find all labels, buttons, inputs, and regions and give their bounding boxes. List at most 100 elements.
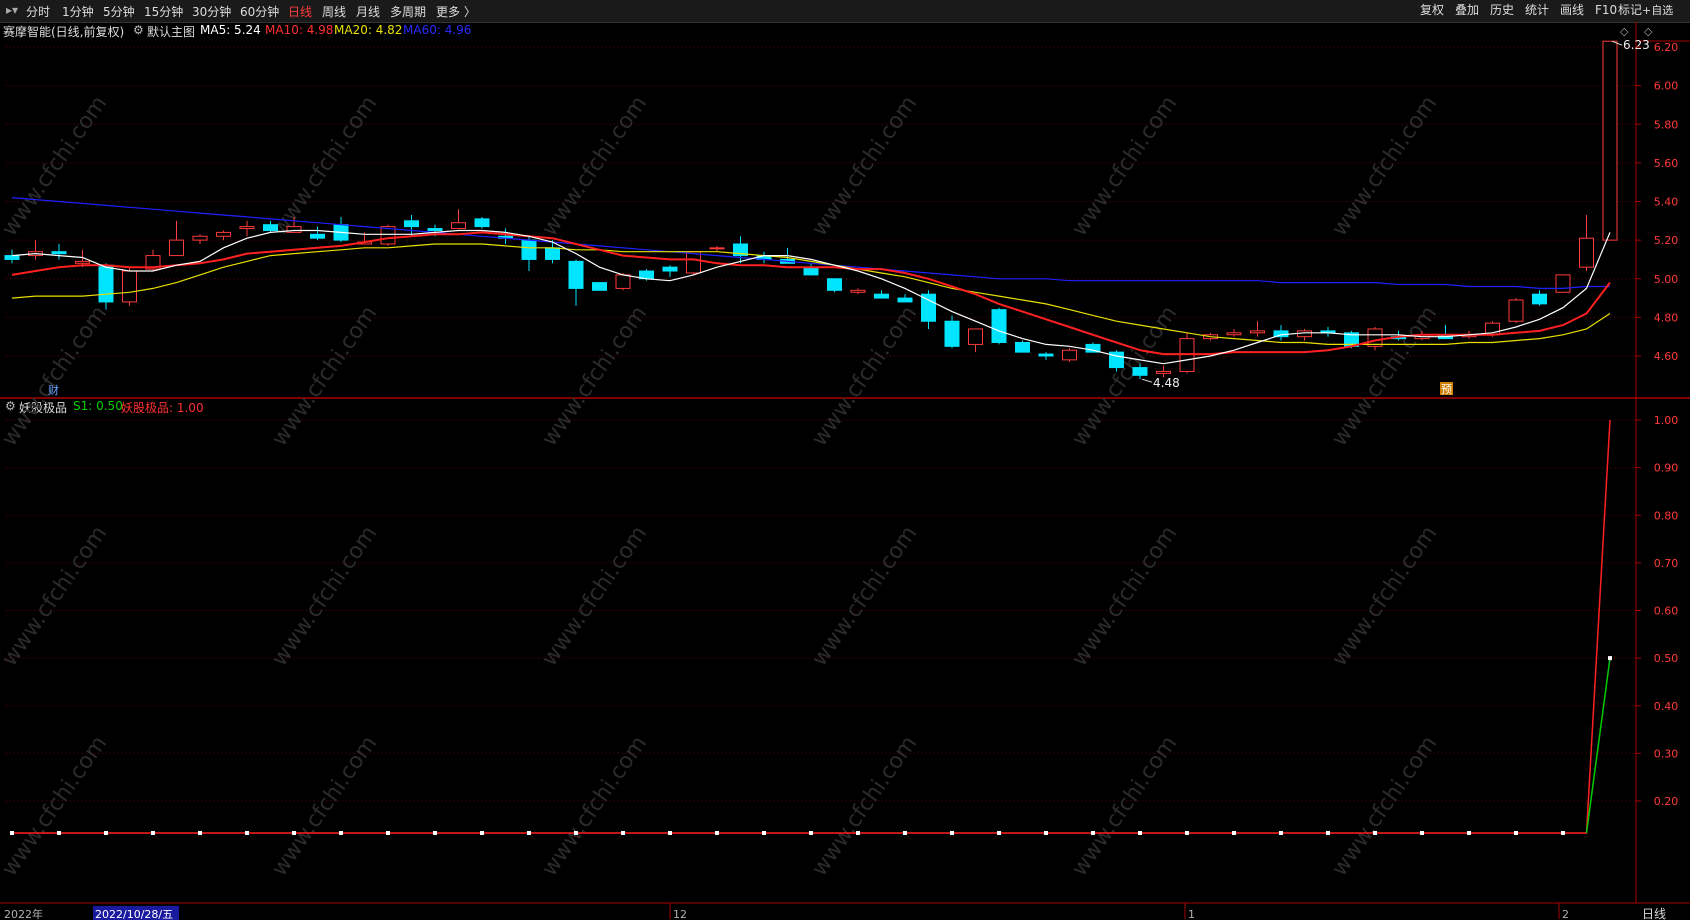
candle-body xyxy=(1179,338,1195,372)
candle xyxy=(1250,321,1265,337)
high-pointer xyxy=(1611,40,1623,46)
candle-body xyxy=(944,320,960,347)
s1-point xyxy=(198,831,202,835)
watermark-text: www.cfchi.com xyxy=(1327,302,1442,451)
watermark-text: www.cfchi.com xyxy=(0,302,112,451)
candle-body xyxy=(1508,299,1524,322)
s1-point xyxy=(668,831,672,835)
chart-canvas[interactable]: www.cfchi.com www.cfchi.com www.cfchi.com w… xyxy=(0,0,1690,920)
period-15m-tab[interactable]: 15分钟 xyxy=(144,3,183,20)
candle xyxy=(521,236,537,272)
overlay-button[interactable]: 叠加 xyxy=(1451,2,1483,19)
watermark-text: www.cfchi.com xyxy=(537,302,652,451)
candle xyxy=(991,307,1007,345)
candle xyxy=(1273,325,1289,341)
candle xyxy=(545,240,560,264)
candle-body xyxy=(1579,237,1594,268)
s1-point xyxy=(1232,831,1236,835)
s1-point xyxy=(104,831,108,835)
stats-button[interactable]: 统计 xyxy=(1521,2,1553,19)
watermark-text: www.cfchi.com xyxy=(267,92,382,241)
candle xyxy=(145,249,161,272)
candle-body xyxy=(380,226,396,245)
candle-body xyxy=(874,293,889,299)
s1-point xyxy=(1091,831,1095,835)
template-label[interactable]: 默认主图 xyxy=(147,23,195,40)
candle xyxy=(662,265,678,277)
candle-body xyxy=(615,274,631,289)
price-tick-label: 5.00 xyxy=(1654,273,1679,286)
fuquan-button[interactable]: 复权 xyxy=(1416,2,1448,19)
candle xyxy=(1085,342,1101,353)
s1-point xyxy=(997,831,1001,835)
candle xyxy=(1579,215,1594,272)
indicator-tick-label: 1.00 xyxy=(1654,414,1679,427)
candle xyxy=(1461,330,1477,339)
draw-line-button[interactable]: 画线 xyxy=(1556,2,1588,19)
s1-point xyxy=(151,831,155,835)
indicator-name-label[interactable]: 妖股极品 xyxy=(19,399,67,416)
period-5m-tab[interactable]: 5分钟 xyxy=(103,3,135,20)
candle xyxy=(874,290,889,299)
candle-body xyxy=(1320,330,1336,334)
candle-body xyxy=(1156,370,1171,374)
candle-body xyxy=(686,251,701,274)
period-1m-tab[interactable]: 1分钟 xyxy=(62,3,94,20)
candle xyxy=(1320,327,1336,337)
s1-point xyxy=(57,831,61,835)
s1-point xyxy=(1373,831,1377,835)
period-daily-tab[interactable]: 日线 xyxy=(288,3,312,20)
candle xyxy=(1132,363,1148,380)
period-monthly-tab[interactable]: 月线 xyxy=(356,3,380,20)
candle xyxy=(498,228,513,244)
multi-period-tab[interactable]: 多周期 xyxy=(390,3,426,20)
candle xyxy=(357,232,372,245)
candle-body xyxy=(216,231,231,237)
s1-point xyxy=(1326,831,1330,835)
watermark-text: www.cfchi.com xyxy=(537,732,652,881)
period-30m-tab[interactable]: 30分钟 xyxy=(192,3,231,20)
s1-point xyxy=(903,831,907,835)
candle-body xyxy=(1344,332,1359,347)
candle-body xyxy=(333,224,349,241)
ma-lines: 6.23 4.48 财 预 xyxy=(11,38,1650,397)
candle xyxy=(1156,365,1171,378)
menu-toggle-icon[interactable]: ▸▾ xyxy=(2,2,22,19)
candle-body xyxy=(1273,330,1289,338)
candle xyxy=(1414,330,1430,341)
indicator-tick-label: 0.60 xyxy=(1654,605,1679,618)
ma60-label: MA60: 4.96 xyxy=(403,23,472,37)
s1-point xyxy=(1044,831,1048,835)
period-60m-tab[interactable]: 60分钟 xyxy=(240,3,279,20)
ma20-line xyxy=(11,243,1611,345)
candle xyxy=(568,259,584,306)
candle xyxy=(733,236,748,264)
indicator-tick-label: 0.30 xyxy=(1654,747,1679,760)
candle-body xyxy=(1226,332,1242,336)
s1-line xyxy=(1585,658,1611,834)
candle-body xyxy=(733,243,748,257)
add-watchlist-button[interactable]: +自选 xyxy=(1638,2,1677,19)
gear-icon[interactable]: ⚙ xyxy=(133,23,144,37)
indicator-tick-label: 0.20 xyxy=(1654,795,1679,808)
period-weekly-tab[interactable]: 周线 xyxy=(322,3,346,20)
watermark-text: www.cfchi.com xyxy=(267,302,382,451)
indicator-tick-label: 0.90 xyxy=(1654,462,1679,475)
candle-body xyxy=(286,226,302,233)
indicator-tick-label: 0.40 xyxy=(1654,700,1679,713)
candle-body xyxy=(122,270,137,303)
candle-body xyxy=(827,278,842,291)
watermark-text: www.cfchi.com xyxy=(1327,732,1442,881)
stock-name-label[interactable]: 赛摩智能(日线,前复权) xyxy=(3,23,124,40)
candle xyxy=(1485,321,1500,337)
watermark-text: www.cfchi.com xyxy=(1067,92,1182,241)
history-button[interactable]: 历史 xyxy=(1486,2,1518,19)
s1-point xyxy=(1420,831,1424,835)
candle xyxy=(921,290,936,329)
more-periods-dropdown[interactable]: 更多 〉 xyxy=(436,3,476,20)
gear-icon[interactable]: ⚙ xyxy=(5,399,16,413)
s1-point xyxy=(527,831,531,835)
period-1min-tab[interactable]: 分时 xyxy=(26,3,50,20)
s1-point xyxy=(621,831,625,835)
candle xyxy=(1367,327,1383,351)
